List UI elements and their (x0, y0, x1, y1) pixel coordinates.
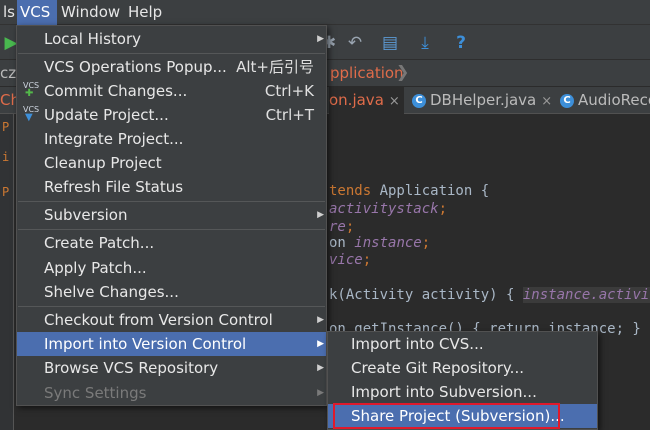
tab-label: AudioReco (578, 91, 650, 109)
update-arrow-icon: ▼ (25, 112, 33, 123)
help-icon[interactable]: ? (450, 32, 472, 54)
code-line: activitystack; (329, 201, 448, 217)
menu-item-refresh-file-status[interactable]: Refresh File Status (17, 175, 326, 199)
menu-separator (18, 306, 325, 307)
menu-item-label: Import into Subversion... (351, 383, 537, 401)
menu-item-label: Sync Settings (44, 384, 147, 402)
menu-help[interactable]: Help (125, 0, 165, 25)
submenu-arrow-icon: ▶ (317, 210, 324, 220)
menu-separator (18, 229, 325, 230)
menu-item-subversion[interactable]: Subversion ▶ (17, 203, 326, 227)
submenu-item-import-subversion[interactable]: Import into Subversion... (328, 380, 597, 404)
menu-item-import-into-vcs[interactable]: Import into Version Control ▶ (17, 332, 326, 356)
menu-item-label: VCS Operations Popup... (44, 58, 227, 76)
menu-tools[interactable]: ls (0, 0, 18, 25)
undo-icon[interactable]: ↶ (344, 32, 366, 54)
menu-item-label: Commit Changes... (44, 82, 188, 100)
class-icon: C (412, 93, 426, 108)
submenu-arrow-icon: ▶ (317, 34, 324, 44)
annotation-highlight-box (333, 403, 560, 429)
close-icon[interactable]: × (389, 94, 400, 109)
submenu-arrow-icon: ▶ (317, 315, 324, 325)
tab-active[interactable]: on.java × (329, 87, 404, 114)
menu-item-label: Subversion (44, 206, 128, 224)
menu-item-shortcut: Ctrl+K (264, 82, 314, 100)
gutter-mark: i (2, 150, 10, 164)
menu-item-vcs-operations-popup[interactable]: VCS Operations Popup... Alt+后引号 (17, 55, 326, 79)
menu-item-browse-vcs-repository[interactable]: Browse VCS Repository ▶ (17, 356, 326, 380)
submenu-arrow-icon: ▶ (317, 339, 324, 349)
menu-window[interactable]: Window (58, 0, 123, 25)
menu-item-label: Shelve Changes... (44, 283, 179, 301)
submenu-item-import-cvs[interactable]: Import into CVS... (328, 332, 597, 356)
menu-item-sync-settings: Sync Settings ▶ (17, 381, 326, 405)
breadcrumb-separator-icon: ❯ (396, 62, 410, 81)
menu-separator (18, 201, 325, 202)
menu-item-checkout-from-vcs[interactable]: Checkout from Version Control ▶ (17, 308, 326, 332)
menu-vcs[interactable]: VCS (17, 0, 57, 25)
menu-item-label: Refresh File Status (44, 178, 184, 196)
menu-item-integrate-project[interactable]: Integrate Project... (17, 127, 326, 151)
menu-item-label: Checkout from Version Control (44, 311, 273, 329)
menu-item-shortcut: Ctrl+T (265, 106, 314, 124)
menu-item-local-history[interactable]: Local History ▶ (17, 27, 326, 51)
menu-item-shortcut: Alt+后引号 (236, 58, 314, 76)
code-line: k(Activity activity) { instance.activity (329, 287, 650, 303)
menu-separator (18, 53, 325, 54)
code-line: on instance; (329, 235, 431, 251)
menu-item-apply-patch[interactable]: Apply Patch... (17, 256, 326, 280)
vcs-menu: Local History ▶ VCS Operations Popup... … (16, 25, 327, 406)
menu-item-shelve-changes[interactable]: Shelve Changes... (17, 280, 326, 304)
tab-label: DBHelper.java (430, 91, 537, 109)
project-structure-icon[interactable]: ▤ (379, 32, 401, 54)
code-line: vice; (329, 252, 372, 268)
code-line: re; (329, 219, 355, 235)
menu-item-commit-changes[interactable]: VCS ✚ Commit Changes... Ctrl+K (17, 79, 326, 103)
breadcrumb-left[interactable]: cz (0, 64, 16, 82)
submenu-item-create-git-repo[interactable]: Create Git Repository... (328, 356, 597, 380)
gutter-mark: P (2, 185, 10, 199)
menu-item-label: Create Patch... (44, 234, 155, 252)
menu-item-label: Apply Patch... (44, 259, 147, 277)
menu-item-label: Local History (44, 30, 142, 48)
code-line: tends Application { (329, 183, 490, 199)
submenu-arrow-icon: ▶ (317, 388, 324, 398)
commit-arrow-icon: ✚ (25, 88, 34, 99)
close-icon[interactable]: × (541, 94, 552, 109)
menu-item-label: Import into CVS... (351, 335, 484, 353)
menu-item-label: Cleanup Project (44, 154, 162, 172)
menu-item-create-patch[interactable]: Create Patch... (17, 231, 326, 255)
menu-item-update-project[interactable]: VCS ▼ Update Project... Ctrl+T (17, 103, 326, 127)
tab-dbhelper[interactable]: C DBHelper.java × (412, 87, 552, 114)
gutter-mark: P (2, 120, 10, 134)
sdk-manager-icon[interactable]: ⤓ (414, 32, 436, 54)
menu-item-label: Update Project... (44, 106, 169, 124)
tab-audiorecorder[interactable]: C AudioReco (560, 87, 650, 114)
menu-item-label: Import into Version Control (44, 335, 247, 353)
menu-item-label: Browse VCS Repository (44, 359, 219, 377)
submenu-arrow-icon: ▶ (317, 363, 324, 373)
menu-item-cleanup-project[interactable]: Cleanup Project (17, 151, 326, 175)
menu-item-label: Integrate Project... (44, 130, 184, 148)
menu-item-label: Create Git Repository... (351, 359, 524, 377)
class-icon: C (560, 93, 574, 108)
tab-label: on.java (329, 91, 384, 109)
breadcrumb-item[interactable]: pplication (330, 64, 404, 82)
